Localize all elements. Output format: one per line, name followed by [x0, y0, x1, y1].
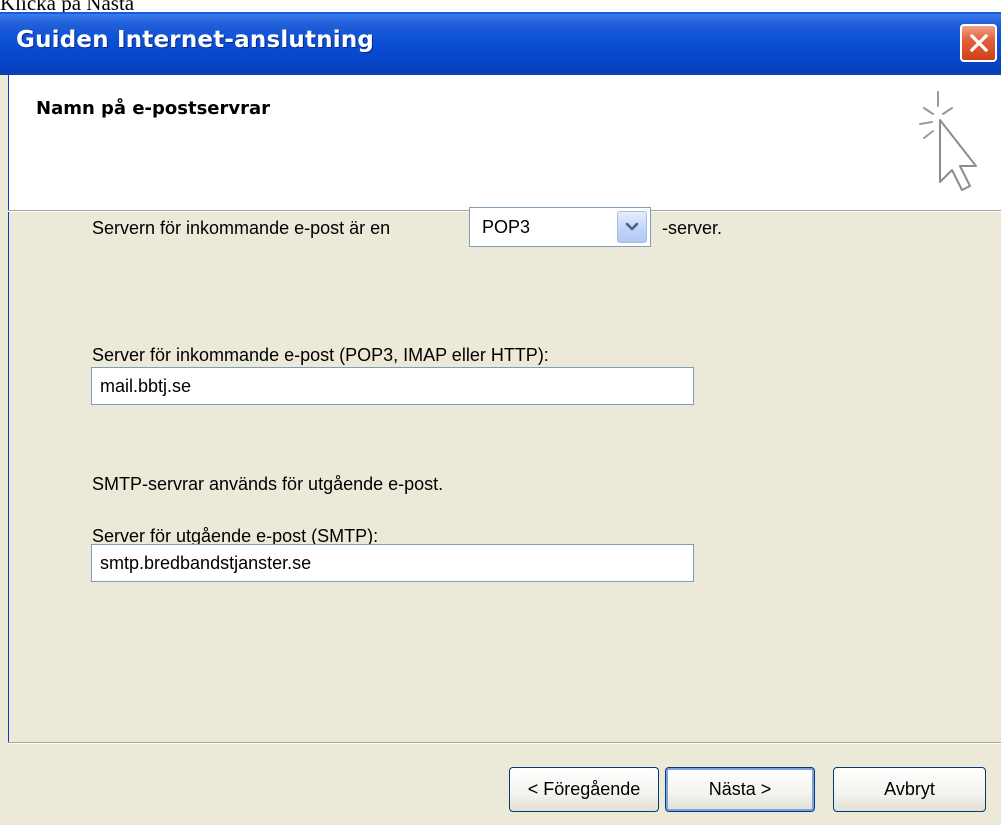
incoming-server-label: Server för inkommande e-post (POP3, IMAP… [92, 345, 549, 365]
wizard-header: Namn på e-postservrar [8, 75, 1001, 210]
window-title: Guiden Internet-anslutning [16, 27, 375, 53]
next-button[interactable]: Nästa > [665, 767, 815, 812]
smtp-info-text: SMTP-servrar används för utgående e-post… [92, 474, 444, 494]
page-caption: Klicka på Nästa [0, 0, 135, 15]
outgoing-server-input[interactable]: smtp.bredbandstjanster.se [91, 544, 694, 582]
chevron-down-icon [625, 222, 639, 231]
close-button[interactable] [960, 24, 997, 62]
server-type-select[interactable]: POP3 [469, 207, 651, 247]
wizard-cursor-icon [919, 91, 977, 191]
close-icon [969, 33, 989, 53]
wizard-window: Guiden Internet-anslutning Namn på e-pos… [0, 12, 1001, 825]
back-button[interactable]: < Föregående [509, 767, 659, 812]
incoming-server-input[interactable]: mail.bbtj.se [91, 367, 694, 405]
dropdown-button[interactable] [617, 211, 647, 243]
title-bar[interactable]: Guiden Internet-anslutning [0, 12, 1001, 75]
server-type-value: POP3 [482, 217, 531, 237]
footer-divider [8, 742, 1001, 744]
cancel-button[interactable]: Avbryt [833, 767, 986, 812]
server-type-label: Servern för inkommande e-post är en [92, 218, 391, 238]
page-title: Namn på e-postservrar [36, 98, 271, 119]
server-type-suffix: -server. [662, 218, 723, 238]
